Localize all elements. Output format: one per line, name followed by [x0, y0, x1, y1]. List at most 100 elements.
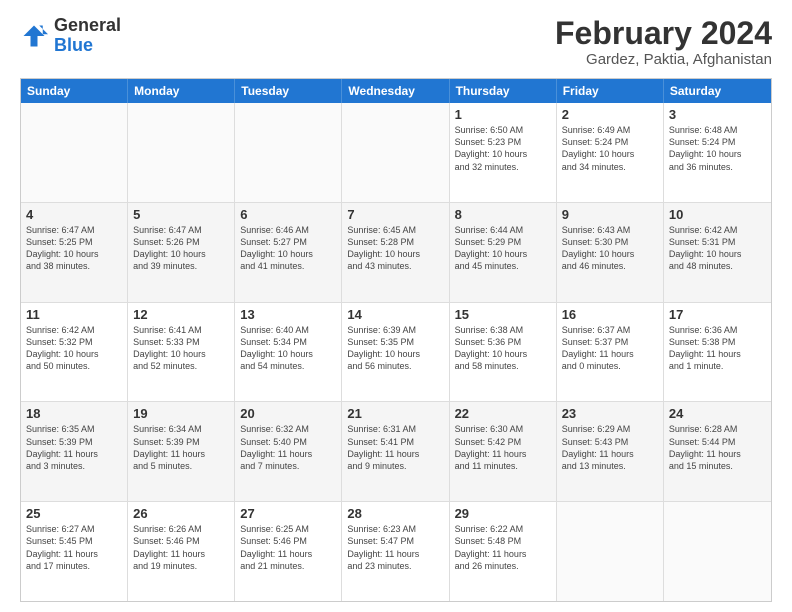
day-number: 22 — [455, 406, 551, 421]
main-title: February 2024 — [555, 16, 772, 51]
day-info: Sunrise: 6:45 AMSunset: 5:28 PMDaylight:… — [347, 224, 443, 273]
cal-cell-4-2: 19 Sunrise: 6:34 AMSunset: 5:39 PMDayligh… — [128, 402, 235, 501]
cal-cell-3-2: 12 Sunrise: 6:41 AMSunset: 5:33 PMDayligh… — [128, 303, 235, 402]
day-info: Sunrise: 6:40 AMSunset: 5:34 PMDaylight:… — [240, 324, 336, 373]
day-number: 16 — [562, 307, 658, 322]
cal-header-wednesday: Wednesday — [342, 79, 449, 103]
day-info: Sunrise: 6:30 AMSunset: 5:42 PMDaylight:… — [455, 423, 551, 472]
day-number: 26 — [133, 506, 229, 521]
page: General Blue February 2024 Gardez, Pakti… — [0, 0, 792, 612]
day-number: 4 — [26, 207, 122, 222]
subtitle: Gardez, Paktia, Afghanistan — [555, 51, 772, 68]
cal-week-5: 25 Sunrise: 6:27 AMSunset: 5:45 PMDayligh… — [21, 502, 771, 601]
day-number: 3 — [669, 107, 766, 122]
day-info: Sunrise: 6:34 AMSunset: 5:39 PMDaylight:… — [133, 423, 229, 472]
day-number: 7 — [347, 207, 443, 222]
day-number: 10 — [669, 207, 766, 222]
cal-cell-1-6: 2 Sunrise: 6:49 AMSunset: 5:24 PMDaylight… — [557, 103, 664, 202]
day-info: Sunrise: 6:43 AMSunset: 5:30 PMDaylight:… — [562, 224, 658, 273]
calendar-body: 1Sunrise: 6:50 AMSunset: 5:23 PMDaylight… — [21, 103, 771, 601]
logo-blue: Blue — [54, 36, 121, 56]
day-number: 25 — [26, 506, 122, 521]
cal-cell-3-1: 11 Sunrise: 6:42 AMSunset: 5:32 PMDayligh… — [21, 303, 128, 402]
day-number: 21 — [347, 406, 443, 421]
day-info: Sunrise: 6:36 AMSunset: 5:38 PMDaylight:… — [669, 324, 766, 373]
cal-cell-2-3: 6 Sunrise: 6:46 AMSunset: 5:27 PMDaylight… — [235, 203, 342, 302]
cal-header-monday: Monday — [128, 79, 235, 103]
day-info: Sunrise: 6:32 AMSunset: 5:40 PMDaylight:… — [240, 423, 336, 472]
cal-week-4: 18 Sunrise: 6:35 AMSunset: 5:39 PMDayligh… — [21, 402, 771, 502]
cal-cell-2-4: 7 Sunrise: 6:45 AMSunset: 5:28 PMDaylight… — [342, 203, 449, 302]
cal-cell-5-5: 29Sunrise: 6:22 AMSunset: 5:48 PMDayligh… — [450, 502, 557, 601]
day-number: 24 — [669, 406, 766, 421]
day-info: Sunrise: 6:28 AMSunset: 5:44 PMDaylight:… — [669, 423, 766, 472]
cal-cell-5-2: 26 Sunrise: 6:26 AMSunset: 5:46 PMDayligh… — [128, 502, 235, 601]
cal-cell-4-3: 20Sunrise: 6:32 AMSunset: 5:40 PMDayligh… — [235, 402, 342, 501]
header: General Blue February 2024 Gardez, Pakti… — [20, 16, 772, 68]
day-number: 23 — [562, 406, 658, 421]
cal-cell-3-6: 16 Sunrise: 6:37 AMSunset: 5:37 PMDayligh… — [557, 303, 664, 402]
cal-cell-5-1: 25 Sunrise: 6:27 AMSunset: 5:45 PMDayligh… — [21, 502, 128, 601]
cal-week-3: 11 Sunrise: 6:42 AMSunset: 5:32 PMDayligh… — [21, 303, 771, 403]
day-info: Sunrise: 6:42 AMSunset: 5:32 PMDaylight:… — [26, 324, 122, 373]
cal-cell-1-4 — [342, 103, 449, 202]
day-info: Sunrise: 6:38 AMSunset: 5:36 PMDaylight:… — [455, 324, 551, 373]
cal-cell-1-1 — [21, 103, 128, 202]
cal-cell-5-7 — [664, 502, 771, 601]
day-info: Sunrise: 6:23 AMSunset: 5:47 PMDaylight:… — [347, 523, 443, 572]
day-number: 29 — [455, 506, 551, 521]
cal-cell-2-6: 9Sunrise: 6:43 AMSunset: 5:30 PMDaylight… — [557, 203, 664, 302]
cal-cell-5-6 — [557, 502, 664, 601]
day-number: 5 — [133, 207, 229, 222]
cal-cell-1-2 — [128, 103, 235, 202]
cal-cell-3-4: 14Sunrise: 6:39 AMSunset: 5:35 PMDayligh… — [342, 303, 449, 402]
day-number: 13 — [240, 307, 336, 322]
day-number: 18 — [26, 406, 122, 421]
title-block: February 2024 Gardez, Paktia, Afghanista… — [555, 16, 772, 68]
day-info: Sunrise: 6:47 AMSunset: 5:25 PMDaylight:… — [26, 224, 122, 273]
cal-cell-2-1: 4 Sunrise: 6:47 AMSunset: 5:25 PMDaylight… — [21, 203, 128, 302]
day-info: Sunrise: 6:49 AMSunset: 5:24 PMDaylight:… — [562, 124, 658, 173]
cal-header-thursday: Thursday — [450, 79, 557, 103]
cal-header-tuesday: Tuesday — [235, 79, 342, 103]
calendar-header-row: SundayMondayTuesdayWednesdayThursdayFrid… — [21, 79, 771, 103]
day-number: 27 — [240, 506, 336, 521]
cal-cell-4-1: 18 Sunrise: 6:35 AMSunset: 5:39 PMDayligh… — [21, 402, 128, 501]
cal-cell-1-3 — [235, 103, 342, 202]
day-info: Sunrise: 6:26 AMSunset: 5:46 PMDaylight:… — [133, 523, 229, 572]
cal-cell-3-5: 15 Sunrise: 6:38 AMSunset: 5:36 PMDayligh… — [450, 303, 557, 402]
logo: General Blue — [20, 16, 121, 56]
cal-cell-2-2: 5Sunrise: 6:47 AMSunset: 5:26 PMDaylight… — [128, 203, 235, 302]
day-number: 11 — [26, 307, 122, 322]
day-info: Sunrise: 6:46 AMSunset: 5:27 PMDaylight:… — [240, 224, 336, 273]
day-info: Sunrise: 6:25 AMSunset: 5:46 PMDaylight:… — [240, 523, 336, 572]
day-number: 12 — [133, 307, 229, 322]
logo-general: General — [54, 16, 121, 36]
cal-cell-1-7: 3 Sunrise: 6:48 AMSunset: 5:24 PMDaylight… — [664, 103, 771, 202]
day-info: Sunrise: 6:31 AMSunset: 5:41 PMDaylight:… — [347, 423, 443, 472]
day-info: Sunrise: 6:35 AMSunset: 5:39 PMDaylight:… — [26, 423, 122, 472]
day-info: Sunrise: 6:48 AMSunset: 5:24 PMDaylight:… — [669, 124, 766, 173]
cal-header-saturday: Saturday — [664, 79, 771, 103]
cal-week-2: 4 Sunrise: 6:47 AMSunset: 5:25 PMDaylight… — [21, 203, 771, 303]
cal-cell-4-5: 22 Sunrise: 6:30 AMSunset: 5:42 PMDayligh… — [450, 402, 557, 501]
calendar: SundayMondayTuesdayWednesdayThursdayFrid… — [20, 78, 772, 602]
logo-icon — [20, 22, 48, 50]
day-info: Sunrise: 6:41 AMSunset: 5:33 PMDaylight:… — [133, 324, 229, 373]
day-info: Sunrise: 6:39 AMSunset: 5:35 PMDaylight:… — [347, 324, 443, 373]
cal-week-1: 1Sunrise: 6:50 AMSunset: 5:23 PMDaylight… — [21, 103, 771, 203]
day-number: 1 — [455, 107, 551, 122]
cal-cell-1-5: 1Sunrise: 6:50 AMSunset: 5:23 PMDaylight… — [450, 103, 557, 202]
logo-text: General Blue — [54, 16, 121, 56]
cal-cell-2-5: 8Sunrise: 6:44 AMSunset: 5:29 PMDaylight… — [450, 203, 557, 302]
day-number: 6 — [240, 207, 336, 222]
cal-header-friday: Friday — [557, 79, 664, 103]
day-number: 2 — [562, 107, 658, 122]
cal-header-sunday: Sunday — [21, 79, 128, 103]
day-info: Sunrise: 6:27 AMSunset: 5:45 PMDaylight:… — [26, 523, 122, 572]
day-number: 15 — [455, 307, 551, 322]
day-number: 19 — [133, 406, 229, 421]
day-info: Sunrise: 6:37 AMSunset: 5:37 PMDaylight:… — [562, 324, 658, 373]
cal-cell-4-4: 21 Sunrise: 6:31 AMSunset: 5:41 PMDayligh… — [342, 402, 449, 501]
day-info: Sunrise: 6:44 AMSunset: 5:29 PMDaylight:… — [455, 224, 551, 273]
